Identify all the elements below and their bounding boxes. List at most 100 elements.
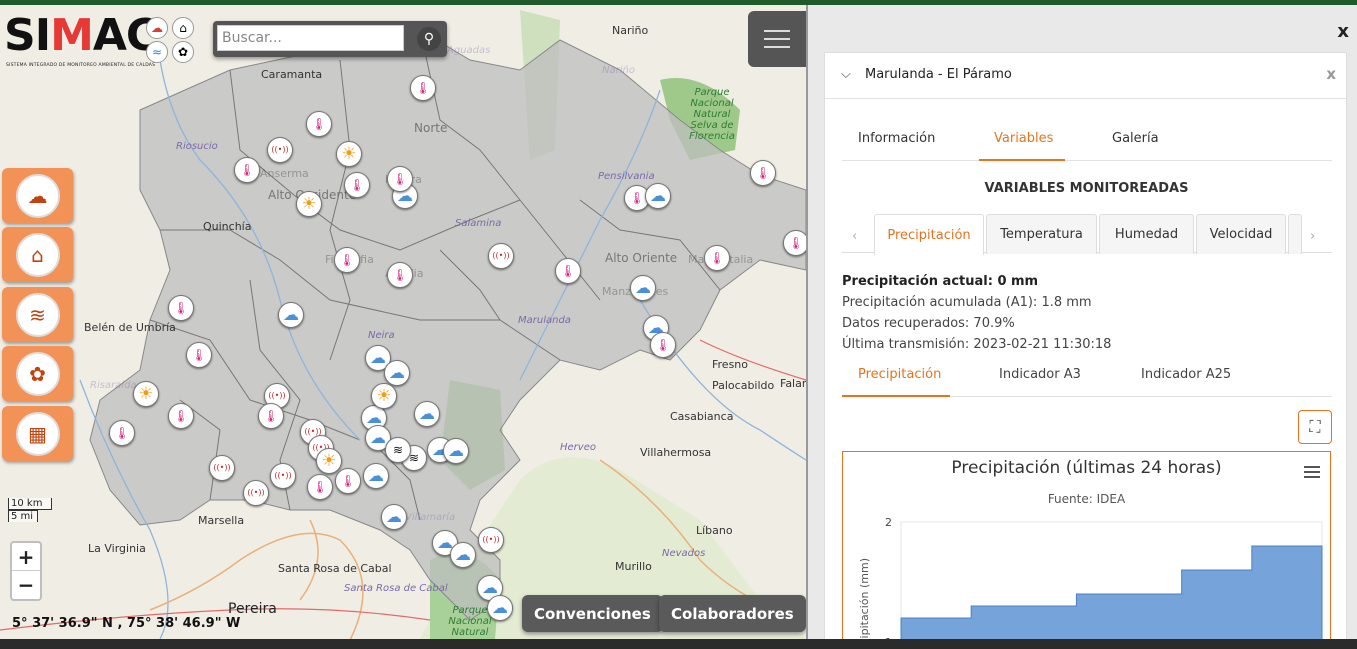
place-label: Quinchía [203,220,252,233]
hydro-layer-button[interactable]: ≋ [2,287,73,342]
place-label: Norte [414,121,448,135]
var-tab-humedad[interactable]: Humedad [1099,214,1194,254]
hamburger-menu-button[interactable] [748,11,806,67]
cursor-coordinates: 5° 37' 36.9" N , 75° 38' 46.9" W [12,616,241,631]
place-label: Riosucio [176,141,218,152]
menu-bar [1304,471,1320,473]
active-tab-underline [979,159,1065,161]
var-tab-velocidad[interactable]: Velocidad [1196,214,1286,254]
house-icon: ⌂ [172,17,194,39]
thermometer-icon[interactable]: 🌡 [306,111,332,137]
cloud-icon[interactable]: ☁ [381,504,407,530]
cloud-icon[interactable]: ☁ [487,595,513,621]
thermometer-icon[interactable]: 🌡 [109,420,135,446]
cloud-icon[interactable]: ☁ [645,183,671,209]
cloud-icon[interactable]: ☁ [278,302,304,328]
sun-icon[interactable]: ☀ [371,383,397,409]
chart-title: Precipitación (últimas 24 horas) [951,458,1222,478]
cloud-icon[interactable]: ☁ [443,438,469,464]
antenna-icon[interactable]: ((•)) [267,137,293,163]
chart-menu-icon[interactable] [1304,466,1320,481]
place-label: Santa Rosa de Cabal [278,562,392,575]
place-label: Pereira [228,601,277,617]
thermometer-icon[interactable]: 🌡 [186,342,212,368]
thermometer-icon[interactable]: 🌡 [168,295,194,321]
logo-subtitle: SISTEMA INTEGRADO DE MONITOREO AMBIENTAL… [6,63,156,68]
cloud-icon[interactable]: ☁ [384,360,410,386]
tab-informacion[interactable]: Información [858,131,935,146]
antenna-icon[interactable]: ((•)) [209,455,235,481]
thermometer-icon[interactable]: 🌡 [335,468,361,494]
weather-icon: ☁ [146,17,168,39]
scale-km: 10 km [8,498,52,510]
place-label: Nariño [612,24,649,37]
thermometer-icon[interactable]: 🌡 [750,160,776,186]
antenna-icon[interactable]: ((•)) [488,243,514,269]
close-icon[interactable]: x [1326,65,1336,83]
grid-icon: ▦ [15,411,60,456]
var-tab-temperatura[interactable]: Temperatura [986,214,1097,254]
antenna-icon[interactable]: ((•)) [270,463,296,489]
station-sidebar: x ⌵ Marulanda - El Páramo x Información … [806,5,1357,642]
zoom-control: + − [10,541,42,601]
thermometer-icon[interactable]: 🌡 [783,230,806,256]
thermometer-icon[interactable]: 🌡 [555,258,581,284]
place-label: Pensilvania [598,171,655,182]
subtab-indicador-a3[interactable]: Indicador A3 [999,367,1081,382]
map-view[interactable]: Nariño Caramanta Riosucio Norte Alto Occiden… [0,5,806,639]
thermometer-icon[interactable]: 🌡 [387,166,413,192]
fullscreen-icon[interactable]: ⛶ [1298,410,1332,444]
cloud-icon[interactable]: ☁ [414,401,440,427]
thermometer-icon[interactable]: 🌡 [704,245,730,271]
fauna-layer-button[interactable]: ✿ [2,346,73,401]
subtab-precipitacion[interactable]: Precipitación [858,367,941,382]
chevron-down-icon[interactable]: ⌵ [841,67,851,82]
thermometer-icon[interactable]: 🌡 [168,403,194,429]
cloud-icon[interactable]: ☁ [363,463,389,489]
thermometer-icon[interactable]: 🌡 [344,172,370,198]
precipitation-chart: 12Precipitación (mm) Precipitación (últi… [842,451,1331,641]
thermometer-icon[interactable]: 🌡 [650,332,676,358]
accumulated-precipitation: Precipitación acumulada (A1): 1.8 mm [842,295,1092,310]
search-icon[interactable]: ⚲ [417,27,441,51]
subtab-indicador-a25[interactable]: Indicador A25 [1141,367,1231,382]
sidebar-close-icon[interactable]: x [1337,21,1349,42]
cloud-icon[interactable]: ☁ [630,275,656,301]
simac-logo[interactable]: SIMAC SISTEMA INTEGRADO DE MONITOREO AMB… [4,13,200,69]
antenna-icon[interactable]: ((•)) [243,480,269,506]
climate-layer-button[interactable]: ☁ [2,168,73,223]
sun-icon[interactable]: ☀ [296,191,322,217]
panel-header[interactable]: ⌵ Marulanda - El Páramo x [825,53,1346,99]
antenna-icon[interactable]: ((•)) [478,527,504,553]
colaboradores-button[interactable]: Colaboradores [659,595,806,632]
zoom-in-button[interactable]: + [12,543,40,571]
thermometer-icon[interactable]: 🌡 [234,157,260,183]
var-tab-precipitacion[interactable]: Precipitación [874,214,984,255]
place-label: Fresno [712,358,749,371]
thermometer-icon[interactable]: 🌡 [334,247,360,273]
tab-variables[interactable]: Variables [994,131,1053,146]
sun-icon[interactable]: ☀ [133,381,159,407]
thermometer-icon[interactable]: 🌡 [410,75,436,101]
risk-layer-button[interactable]: ⌂ [2,227,73,282]
sun-icon[interactable]: ☀ [316,448,342,474]
place-label: Nevados [662,548,706,559]
chevron-left-icon[interactable]: ‹ [852,229,857,244]
place-label: Falan [780,377,806,390]
search-input[interactable] [217,25,404,51]
thermometer-icon[interactable]: 🌡 [307,474,333,500]
chevron-right-icon[interactable]: › [1310,229,1315,244]
thermometer-icon[interactable]: 🌡 [387,262,413,288]
tab-galeria[interactable]: Galería [1112,131,1159,146]
all-layers-button[interactable]: ▦ [2,406,73,461]
search-bar: ⚲ [213,21,447,57]
place-label: Aguadas [447,45,491,56]
thermometer-icon[interactable]: 🌡 [258,403,284,429]
place-label: Marulanda [518,315,571,326]
sun-icon[interactable]: ☀ [336,141,362,167]
zoom-out-button[interactable]: − [12,571,40,599]
convenciones-button[interactable]: Convenciones [522,595,663,632]
cloud-icon[interactable]: ☁ [450,542,476,568]
seismograph-icon[interactable]: ≋ [385,437,411,463]
var-tab-more[interactable] [1288,214,1302,254]
